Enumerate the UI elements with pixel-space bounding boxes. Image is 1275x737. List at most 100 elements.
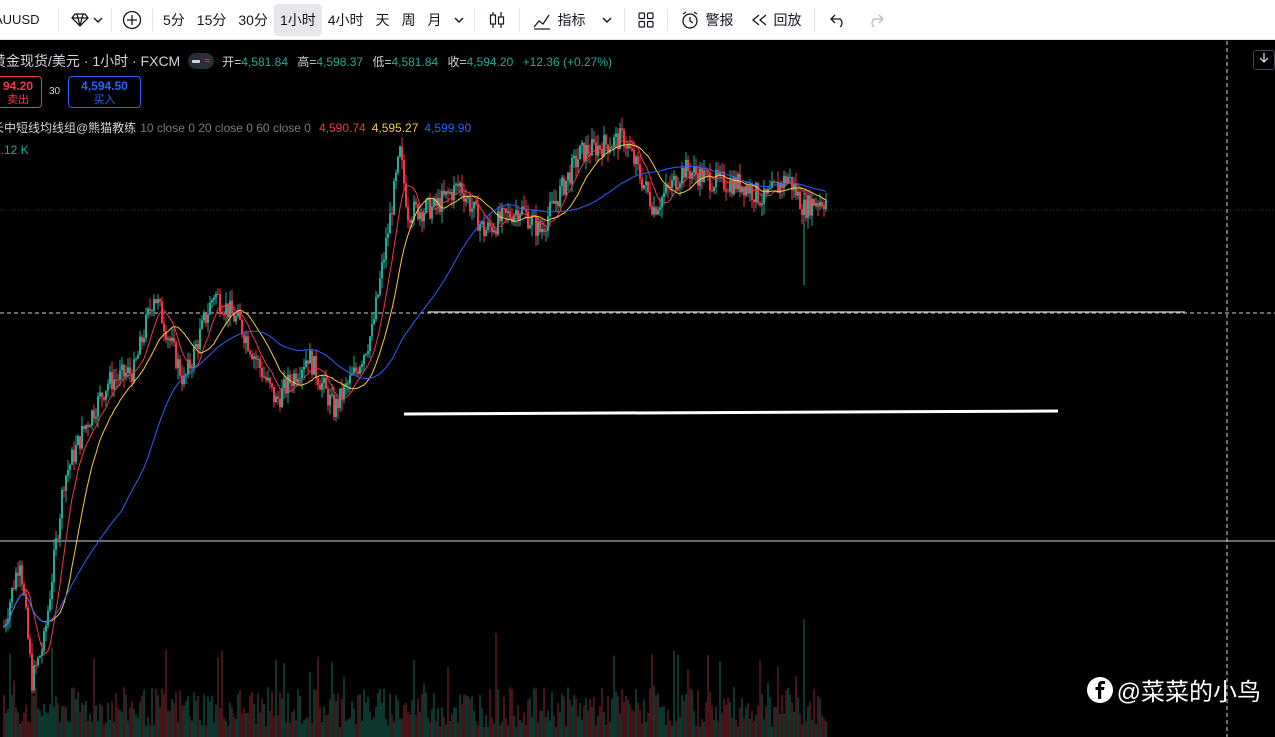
candle-body [327,388,329,406]
volume-bar [417,698,419,737]
legend-toggle[interactable]: ≈ [188,53,215,69]
candle-body [251,353,253,359]
divider [152,8,153,31]
candle-body [639,164,641,179]
volume-bar [333,693,335,737]
candle-body [273,387,275,403]
volume-bar [609,721,611,737]
volume-bar [779,714,781,737]
candle-body [463,193,465,202]
add-compare-button[interactable] [116,4,148,36]
timeframe-5m[interactable]: 5分 [157,4,191,36]
volume-bar [301,723,303,737]
candle-body [127,367,129,373]
candle-body [63,489,65,491]
volume-bar [743,717,745,737]
candle-body [551,200,553,202]
volume-bar [741,697,743,737]
candle-style-button[interactable] [479,4,515,36]
buy-button[interactable]: 4,594.50 买入 [68,76,141,108]
timeframe-4h[interactable]: 4小时 [322,4,370,36]
candle-body [507,211,509,213]
volume-bar [385,719,387,737]
volume-bar [127,721,129,737]
indicators-button[interactable]: 指标 [524,4,594,36]
volume-bar [291,712,293,737]
watermark-text: @菜菜的小鸟 [1116,679,1261,706]
candle-body [701,168,703,182]
redo-button[interactable] [857,4,895,36]
volume-bar [17,712,19,737]
sell-button[interactable]: 94.20 卖出 [0,76,42,108]
scroll-to-latest-button[interactable] [1253,50,1275,70]
volume-bar [751,710,753,737]
candle-body [307,360,309,364]
timeframe-1h[interactable]: 1小时 [273,3,322,36]
volume-bar [263,704,265,737]
volume-bar [559,711,561,737]
volume-bar [759,660,761,737]
candle-body [289,374,291,384]
volume-bar [303,720,305,737]
plus-circle-icon [122,10,142,30]
volume-bar [213,722,215,737]
candle-body [199,328,201,349]
candle-body [455,183,457,186]
volume-bar [229,702,231,737]
layout-button[interactable] [629,4,663,36]
volume-bar [823,717,825,737]
volume-bar [121,711,123,737]
candle-body [771,181,773,189]
candle-body [41,650,43,656]
templates-button[interactable] [594,4,620,36]
volume-bar [483,726,485,737]
volume-bar [811,719,813,737]
candle-body [485,230,487,237]
volume-bar [387,725,389,737]
volume-bar [281,698,283,737]
volume-bar [755,715,757,737]
candle-body [795,184,797,196]
volume-bar [351,701,353,737]
volume-bar [817,696,819,737]
candle-body [401,146,403,161]
candle-body [107,383,109,391]
candle-body [241,319,243,335]
volume-bar [361,721,363,737]
candle-body [529,225,531,229]
volume-bar [71,688,73,737]
timeframe-30m[interactable]: 30分 [232,4,274,36]
timeframe-more-button[interactable] [448,4,470,36]
volume-bar [545,716,547,737]
candle-body [27,607,29,639]
chart-pane[interactable]: 黄金现货/美元 · 1小时 · FXCM ≈ 开=4,581.84 高=4,59… [0,41,1275,737]
timeframe-15m[interactable]: 15分 [191,4,233,36]
candle-body [521,206,523,214]
timeframe-1d[interactable]: 天 [370,4,396,36]
candle-body [713,187,715,191]
volume-bar [465,695,467,737]
volume-bar [607,695,609,737]
replay-button[interactable]: 回放 [742,4,810,36]
volume-bar [815,723,817,737]
volume-bar [573,695,575,737]
volume-bar [205,725,207,737]
candle-body [789,176,791,178]
volume-bar [635,689,637,737]
candle-body [293,373,295,387]
volume-bar [449,720,451,737]
volume-bar [455,707,457,737]
symbol-search[interactable]: AUUSD [0,0,54,40]
timeframe-1w[interactable]: 周 [396,4,422,36]
alert-button[interactable]: 警报 [672,4,742,36]
volume-bar [327,714,329,737]
price-chart[interactable] [0,41,1275,737]
timeframe-1mo[interactable]: 月 [422,4,448,36]
volume-bar [145,725,147,737]
undo-button[interactable] [819,4,857,36]
volume-bar [433,692,435,737]
candle-body [469,197,471,212]
volume-bar [711,705,713,737]
candle-body [699,168,701,186]
chart-type-menu[interactable] [63,4,107,36]
